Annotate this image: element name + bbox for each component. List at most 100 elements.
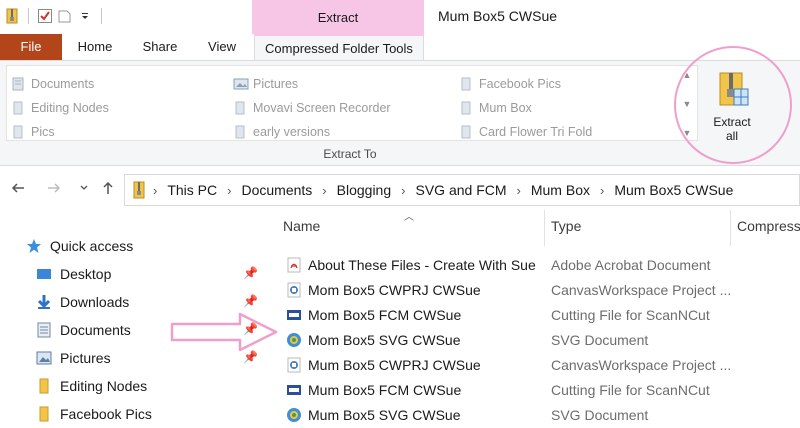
- nav-item-label: Desktop: [60, 266, 112, 282]
- customize-toolbar-icon[interactable]: [77, 8, 93, 24]
- destination-label: Pictures: [253, 77, 299, 91]
- navigation-bar: › This PC › Documents › Blogging › SVG a…: [0, 172, 800, 206]
- file-row[interactable]: Mum Box5 CWPRJ CWSue CanvasWorkspace Pro…: [262, 352, 800, 377]
- pictures-icon: [36, 350, 52, 366]
- tab-view[interactable]: View: [192, 34, 252, 60]
- nav-item-label: Pictures: [60, 350, 111, 366]
- new-folder-icon[interactable]: [57, 8, 73, 24]
- file-type: CanvasWorkspace Project ...: [551, 281, 732, 298]
- folder-icon: [233, 101, 247, 115]
- destination-editing-nodes[interactable]: Editing Nodes: [11, 98, 109, 118]
- nav-item-label: Downloads: [60, 294, 130, 310]
- breadcrumb-mum-box5-cwsue[interactable]: Mum Box5 CWSue: [614, 182, 733, 198]
- file-name: Mum Box5 SVG CWSue: [308, 406, 461, 423]
- breadcrumb-chevron-icon[interactable]: ›: [401, 183, 405, 198]
- breadcrumb-svg-and-fcm[interactable]: SVG and FCM: [415, 182, 506, 198]
- file-row[interactable]: Mum Box5 FCM CWSue Cutting File for Scan…: [262, 377, 800, 402]
- breadcrumb-chevron-icon[interactable]: ›: [517, 183, 521, 198]
- nav-item-desktop[interactable]: Desktop 📌: [36, 262, 262, 286]
- file-row[interactable]: Mum Box5 SVG CWSue SVG Document: [262, 402, 800, 427]
- destination-pictures[interactable]: Pictures: [233, 74, 298, 94]
- column-header-type[interactable]: Type: [551, 206, 581, 246]
- properties-icon[interactable]: [37, 8, 53, 24]
- destination-mum-box[interactable]: Mum Box: [459, 98, 532, 118]
- destination-label: Card Flower Tri Fold: [479, 125, 593, 139]
- folder-icon: [36, 406, 52, 422]
- file-type: Cutting File for ScanNCut: [551, 381, 710, 398]
- breadcrumb-this-pc[interactable]: This PC: [167, 182, 217, 198]
- cwprj-icon: [286, 357, 302, 373]
- desktop-icon: [36, 266, 52, 282]
- destination-label: Facebook Pics: [479, 77, 561, 91]
- destination-label: Pics: [31, 125, 55, 139]
- file-name: About These Files - Create With Sue: [308, 256, 536, 273]
- fcm-icon: [286, 382, 302, 398]
- breadcrumb-chevron-icon[interactable]: ›: [153, 183, 157, 198]
- nav-item-downloads[interactable]: Downloads 📌: [36, 290, 262, 314]
- fcm-icon: [286, 307, 302, 323]
- breadcrumb-documents[interactable]: Documents: [241, 182, 312, 198]
- pictures-folder-icon: [233, 77, 249, 91]
- destination-label: Documents: [31, 77, 95, 91]
- file-name: Mom Box5 CWPRJ CWSue: [308, 281, 481, 298]
- folder-icon: [459, 125, 473, 139]
- nav-item-facebook-pics[interactable]: Facebook Pics: [36, 402, 262, 426]
- nav-item-label: Facebook Pics: [60, 406, 152, 422]
- destination-label: Movavi Screen Recorder: [253, 101, 391, 115]
- toolbar-divider: [101, 8, 102, 24]
- file-row[interactable]: About These Files - Create With Sue Adob…: [262, 252, 800, 277]
- zip-folder-icon: [133, 181, 145, 199]
- nav-item-label: Editing Nodes: [60, 378, 148, 394]
- ribbon-tabs: File Home Share View Compressed Folder T…: [0, 34, 800, 60]
- nav-item-quick-access[interactable]: Quick access: [26, 234, 288, 258]
- address-bar[interactable]: › This PC › Documents › Blogging › SVG a…: [124, 174, 800, 206]
- destination-movavi-screen-recorder[interactable]: Movavi Screen Recorder: [233, 98, 391, 118]
- documents-folder-icon: [11, 77, 25, 91]
- download-icon: [36, 294, 52, 310]
- destination-early-versions[interactable]: early versions: [233, 122, 330, 142]
- cwprj-icon: [286, 282, 302, 298]
- tab-share[interactable]: Share: [128, 34, 192, 60]
- pin-icon[interactable]: 📌: [243, 294, 258, 308]
- file-row[interactable]: Mom Box5 FCM CWSue Cutting File for Scan…: [262, 302, 800, 327]
- tab-home[interactable]: Home: [62, 34, 128, 60]
- documents-icon: [36, 322, 52, 338]
- forward-arrow-icon[interactable]: [46, 180, 62, 196]
- tab-compressed-folder-tools[interactable]: Compressed Folder Tools: [254, 34, 424, 60]
- extract-context-tab: Extract: [252, 0, 424, 34]
- breadcrumb-chevron-icon[interactable]: ›: [600, 183, 604, 198]
- breadcrumb-chevron-icon[interactable]: ›: [322, 183, 326, 198]
- nav-item-editing-nodes[interactable]: Editing Nodes: [36, 374, 262, 398]
- breadcrumb-blogging[interactable]: Blogging: [337, 182, 392, 198]
- file-row[interactable]: Mom Box5 SVG CWSue SVG Document: [262, 327, 800, 352]
- back-arrow-icon[interactable]: [10, 180, 26, 196]
- ribbon-group-label: Extract To: [323, 147, 377, 161]
- tab-file[interactable]: File: [0, 34, 62, 60]
- column-header-compressed[interactable]: Compress: [737, 206, 800, 246]
- destination-pics[interactable]: Pics: [11, 122, 55, 142]
- highlight-circle: [674, 46, 792, 164]
- file-name: Mum Box5 FCM CWSue: [308, 381, 462, 398]
- breadcrumb-chevron-icon[interactable]: ›: [227, 183, 231, 198]
- folder-icon: [233, 125, 247, 139]
- pin-icon[interactable]: 📌: [243, 266, 258, 280]
- destination-card-flower-tri-fold[interactable]: Card Flower Tri Fold: [459, 122, 592, 142]
- column-divider[interactable]: [544, 210, 545, 246]
- column-header-name[interactable]: Name: [283, 206, 320, 246]
- file-row[interactable]: Mom Box5 CWPRJ CWSue CanvasWorkspace Pro…: [262, 277, 800, 302]
- recent-locations-chevron-icon[interactable]: [76, 180, 92, 196]
- destination-documents[interactable]: Documents: [11, 74, 94, 94]
- file-name: Mom Box5 FCM CWSue: [308, 306, 462, 323]
- toolbar-divider: [28, 8, 29, 24]
- quick-access-toolbar: [4, 8, 106, 24]
- column-divider[interactable]: [730, 210, 731, 246]
- destination-facebook-pics[interactable]: Facebook Pics: [459, 74, 561, 94]
- sort-ascending-icon: ︿: [404, 212, 414, 223]
- destination-label: Mum Box: [479, 101, 532, 115]
- extract-to-gallery: Documents Editing Nodes Pics Pictures Mo…: [6, 65, 698, 141]
- breadcrumb-mum-box[interactable]: Mum Box: [531, 182, 590, 198]
- folder-icon: [459, 101, 473, 115]
- file-type: CanvasWorkspace Project ...: [551, 356, 732, 373]
- up-arrow-icon[interactable]: [100, 180, 116, 196]
- file-list: ︿ Name Type Compress About These Files -…: [262, 206, 800, 428]
